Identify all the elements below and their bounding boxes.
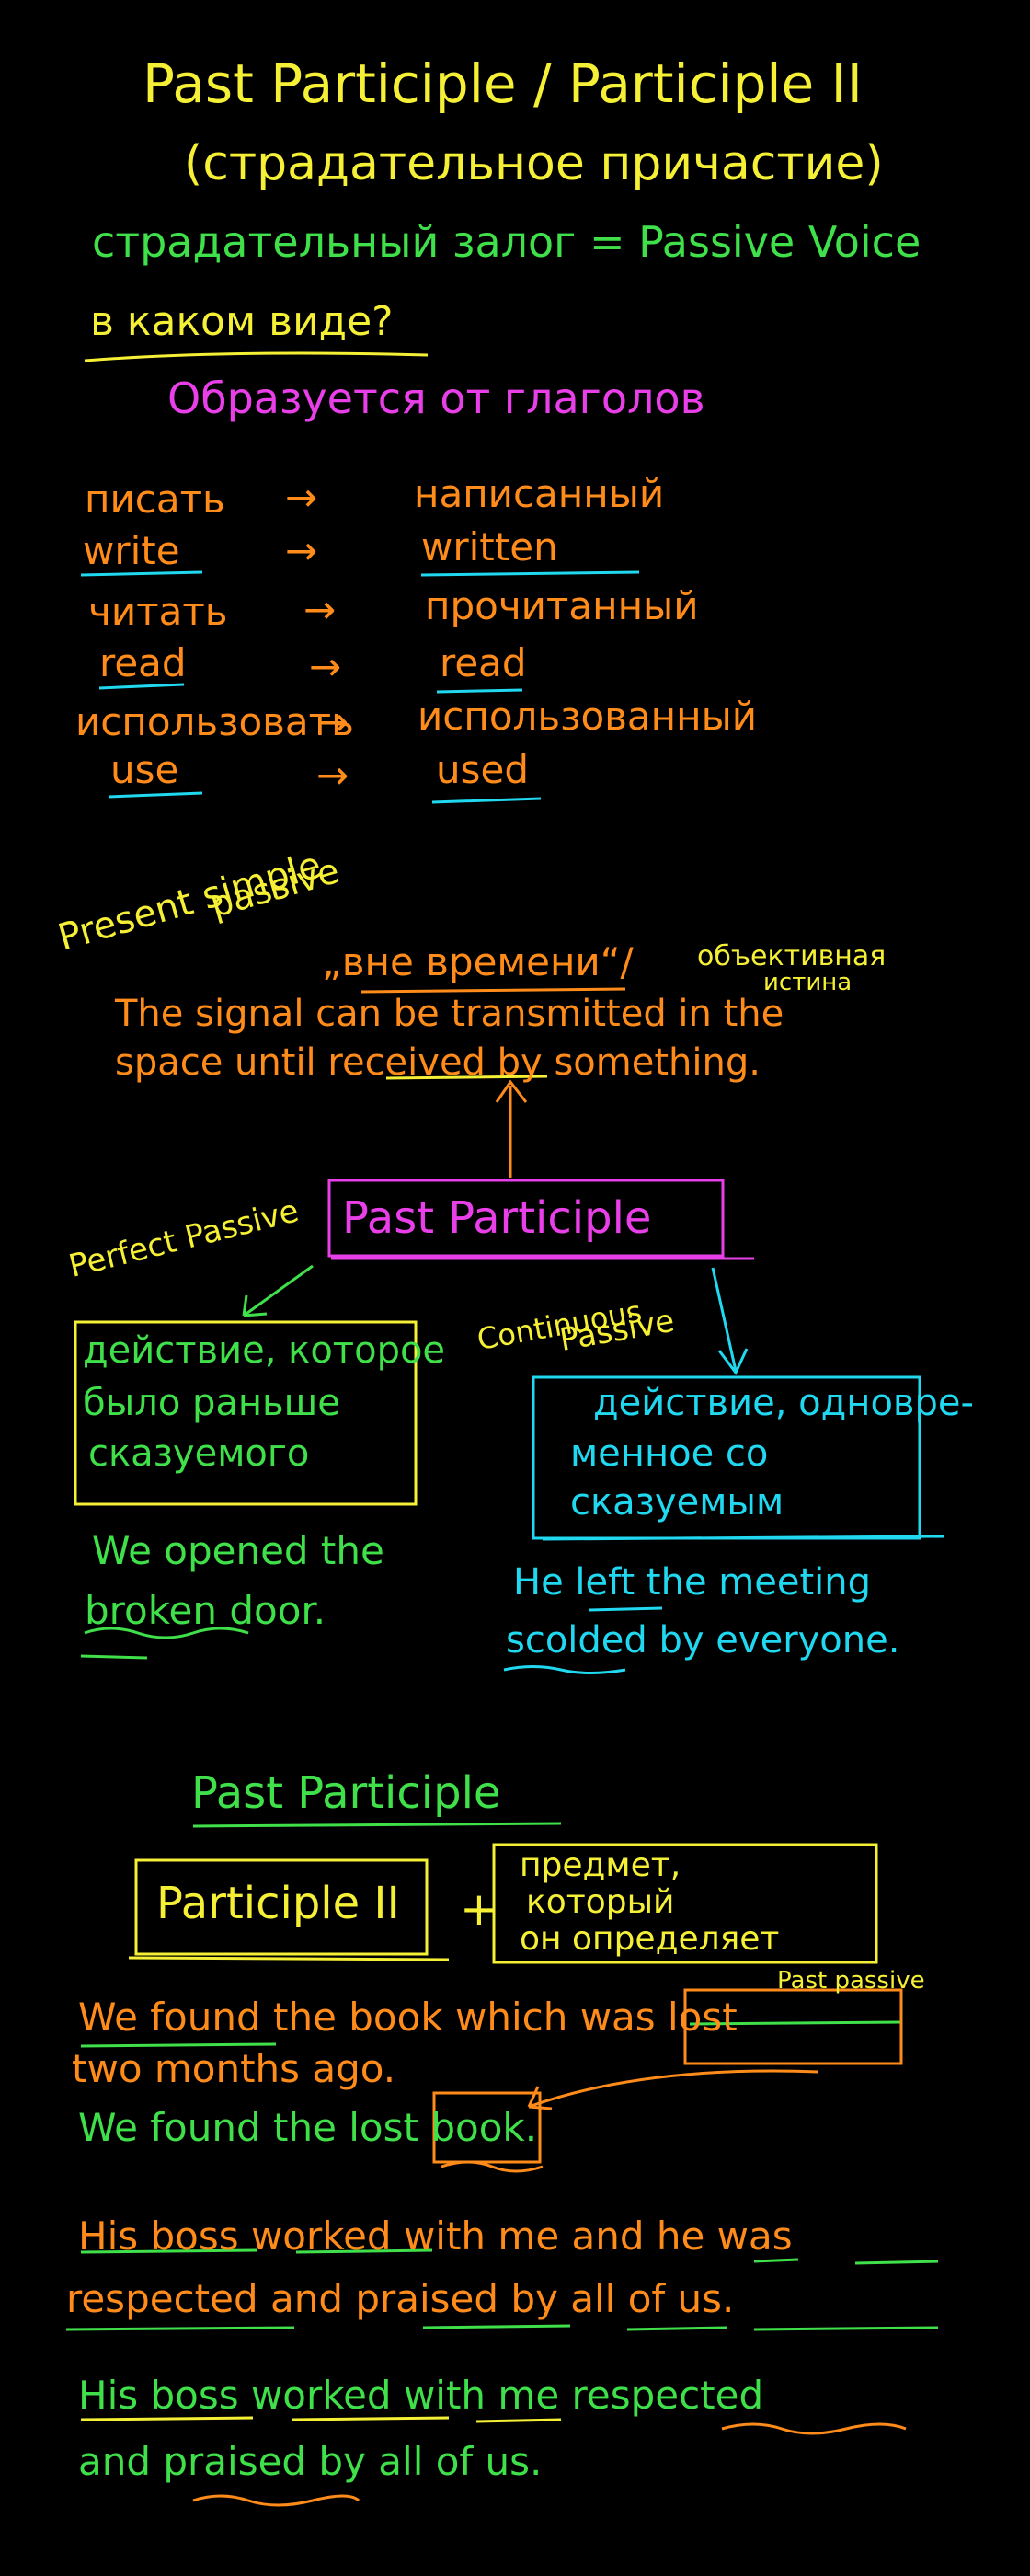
continuous-box-line-3: сказуемым [570, 1481, 784, 1524]
verb-ru-2: читать [88, 589, 228, 634]
plus-sign: + [460, 1882, 498, 1936]
subtitle: (страдательное причастие) [184, 136, 884, 191]
verb-ru-3: использовать [75, 699, 354, 744]
arrow-to-lost-icon [527, 2069, 819, 2110]
arrow-right-icon: → [285, 475, 318, 520]
past-passive-note: Past passive [777, 1967, 925, 1995]
perfect-box-line-3: сказуемого [88, 1432, 310, 1475]
section2-heading-underline [192, 1822, 562, 1828]
use-underline [108, 791, 203, 799]
objective-word: объективная [697, 940, 887, 972]
section2-heading: Past Participle [191, 1767, 501, 1819]
continuous-box-line-1: действие, одновре- [593, 1382, 974, 1424]
scolded-squiggle [503, 1665, 626, 1674]
signal-sentence-1: The signal can be transmitted in the [115, 993, 784, 1035]
example3-line2: respected and praised by all of us. [66, 2276, 735, 2321]
arrow-right-icon: → [303, 587, 337, 632]
verb-en-1: write [83, 528, 180, 573]
continuous-example-2: scolded by everyone. [506, 1619, 900, 1662]
noun-box-line-1: предмет, [520, 1846, 681, 1884]
participle-ru-1: написанный [414, 471, 665, 516]
arrow-left-icon [242, 1264, 314, 1317]
title: Past Participle / Participle II [143, 52, 863, 115]
arrow-right-icon: → [316, 753, 349, 798]
example1-line1: We found the book which was lost [78, 1995, 738, 2040]
participle-ru-2: прочитанный [425, 583, 699, 628]
read2-underline [436, 688, 523, 694]
used-underline [431, 797, 542, 804]
ex3-underlines-2 [65, 2324, 939, 2331]
truth-word: истина [763, 969, 853, 996]
arrow-up-icon [495, 1079, 528, 1178]
verb-en-2: read [99, 640, 187, 685]
example2: We found the lost book. [78, 2105, 538, 2150]
quote-out-of-time: „вне времени“/ [322, 939, 634, 984]
example4-line2: and praised by all of us. [78, 2439, 543, 2484]
perfect-box-line-1: действие, которое [83, 1329, 446, 1372]
verb-ru-1: писать [85, 477, 225, 522]
voice-line: страдательный залог = Passive Voice [92, 217, 921, 267]
arrow-down-icon [711, 1267, 749, 1375]
perfect-box-line-2: было раньше [83, 1382, 340, 1424]
example4-line1: His boss worked with me respected [78, 2373, 764, 2418]
example1-line2: two months ago. [72, 2046, 396, 2091]
quote-underline [360, 987, 626, 994]
question: в каком виде? [90, 298, 394, 345]
perfect-example-2: broken door. [85, 1588, 326, 1633]
participle-en-3: used [436, 747, 530, 792]
noun-box-line-2: который [526, 1883, 675, 1921]
participle-ru-3: использованный [418, 694, 758, 739]
example3-line1: His boss worked with me and he was [78, 2214, 793, 2259]
written-underline [420, 570, 640, 577]
center-past-participle: Past Participle [342, 1192, 652, 1244]
ex4-underlines [80, 2416, 562, 2423]
formation-heading: Образуется от глаголов [167, 374, 705, 423]
participle-en-1: written [421, 524, 558, 569]
continuous-box-line-2: менное со [570, 1432, 769, 1475]
verb-en-3: use [110, 747, 179, 792]
continuous-example-1: He left the meeting [513, 1561, 871, 1604]
arrow-right-icon: → [309, 644, 342, 689]
question-underline [84, 351, 429, 362]
arrow-right-icon: → [285, 528, 318, 573]
signal-sentence-2: space until received by something. [115, 1041, 761, 1084]
participle-en-2: read [440, 640, 527, 685]
participle-ii-label: Participle II [156, 1878, 400, 1929]
perfect-example-1: We opened the [92, 1528, 384, 1573]
noun-box-line-3: он определяет [520, 1920, 780, 1958]
arrow-right-icon: → [316, 699, 349, 744]
